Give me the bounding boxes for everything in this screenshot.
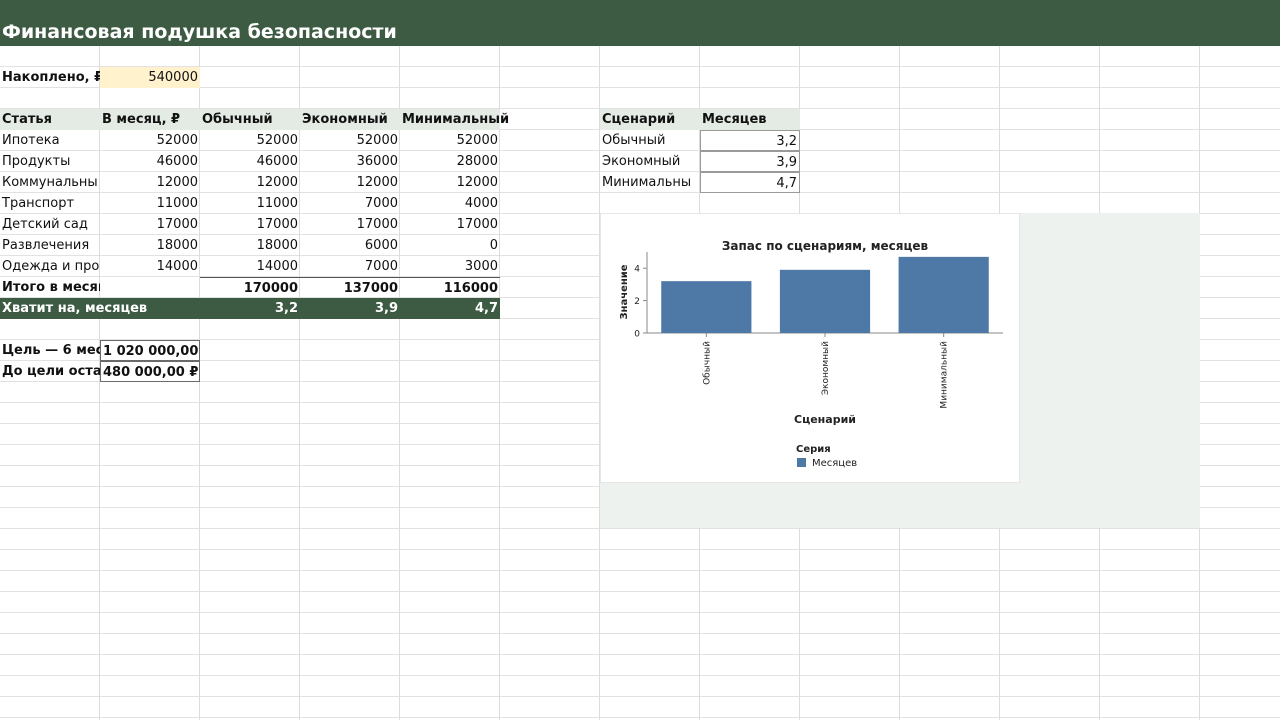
savings-input[interactable]: 540000 <box>100 67 200 88</box>
table-cell[interactable]: 7000 <box>300 193 400 214</box>
months-header[interactable]: Месяцев <box>700 109 800 130</box>
sheet-title: Финансовая подушка безопасности <box>2 21 397 43</box>
table-cell[interactable]: 6000 <box>300 235 400 256</box>
table-cell[interactable]: 52000 <box>100 130 200 151</box>
total-minimal[interactable]: 116000 <box>400 277 500 298</box>
row-label[interactable]: Развлечения <box>0 235 100 256</box>
table-cell[interactable]: 14000 <box>200 256 300 277</box>
legend-label: Месяцев <box>812 458 857 469</box>
table-cell[interactable]: 17000 <box>200 214 300 235</box>
scenario-header[interactable]: Сценарий <box>600 109 700 130</box>
x-tick-label: Экономный <box>821 341 831 395</box>
header-monthly[interactable]: В месяц, ₽ <box>100 109 200 130</box>
chart-title: Запас по сценариям, месяцев <box>722 239 929 253</box>
bar <box>898 256 989 333</box>
table-cell[interactable]: 17000 <box>400 214 500 235</box>
row-label[interactable]: Одежда и про <box>0 256 100 277</box>
bar-chart[interactable]: Запас по сценариям, месяцев Значение Сце… <box>600 213 1020 483</box>
scenario-name[interactable]: Обычный <box>600 130 700 151</box>
row-label[interactable]: Транспорт <box>0 193 100 214</box>
table-cell[interactable]: 4000 <box>400 193 500 214</box>
table-cell[interactable]: 46000 <box>200 151 300 172</box>
savings-label[interactable]: Накоплено, ₽ <box>0 67 100 88</box>
table-cell[interactable]: 12000 <box>400 172 500 193</box>
title-banner: Финансовая подушка безопасности <box>0 0 1280 46</box>
months-minimal[interactable]: 4,7 <box>400 298 500 319</box>
goal-value[interactable]: 1 020 000,00 ₽ <box>100 340 200 361</box>
row-label[interactable]: Коммунальны <box>0 172 100 193</box>
table-cell[interactable]: 17000 <box>300 214 400 235</box>
x-axis-title: Сценарий <box>794 413 856 426</box>
table-cell[interactable]: 52000 <box>300 130 400 151</box>
x-tick-label: Минимальный <box>940 341 950 409</box>
scenario-months[interactable]: 3,2 <box>700 130 800 151</box>
table-cell[interactable]: 3000 <box>400 256 500 277</box>
goal-label[interactable]: Цель — 6 мес <box>0 340 100 361</box>
months-label[interactable]: Хватит на, месяцев <box>0 298 200 319</box>
table-cell[interactable]: 52000 <box>400 130 500 151</box>
table-cell[interactable]: 18000 <box>100 235 200 256</box>
chart-canvas: Запас по сценариям, месяцев Значение Сце… <box>619 239 1003 469</box>
table-cell[interactable]: 14000 <box>100 256 200 277</box>
y-tick-label: 2 <box>634 297 640 307</box>
scenario-name[interactable]: Минимальны <box>600 172 700 193</box>
table-cell[interactable]: 12000 <box>100 172 200 193</box>
remaining-label[interactable]: До цели оста <box>0 361 100 382</box>
table-cell[interactable]: 11000 <box>100 193 200 214</box>
legend-swatch <box>797 458 806 467</box>
table-cell[interactable]: 18000 <box>200 235 300 256</box>
header-normal[interactable]: Обычный <box>200 109 300 130</box>
months-normal[interactable]: 3,2 <box>200 298 300 319</box>
row-label[interactable]: Детский сад <box>0 214 100 235</box>
y-axis-title: Значение <box>619 264 630 319</box>
table-cell[interactable]: 7000 <box>300 256 400 277</box>
total-economy[interactable]: 137000 <box>300 277 400 298</box>
table-cell[interactable]: 46000 <box>100 151 200 172</box>
table-cell[interactable]: 17000 <box>100 214 200 235</box>
x-tick-label: Обычный <box>702 341 712 385</box>
table-cell[interactable]: 28000 <box>400 151 500 172</box>
row-label[interactable]: Продукты <box>0 151 100 172</box>
total-normal[interactable]: 170000 <box>200 277 300 298</box>
scenario-months[interactable]: 4,7 <box>700 172 800 193</box>
table-cell[interactable]: 52000 <box>200 130 300 151</box>
bar <box>779 269 871 333</box>
legend-title: Серия <box>796 444 831 455</box>
row-label[interactable]: Ипотека <box>0 130 100 151</box>
table-cell[interactable]: 11000 <box>200 193 300 214</box>
header-minimal[interactable]: Минимальный <box>400 109 509 130</box>
y-tick-label: 0 <box>634 330 640 340</box>
header-item[interactable]: Статья <box>0 109 100 130</box>
bar <box>661 281 752 333</box>
y-tick-label: 4 <box>634 265 640 275</box>
scenario-name[interactable]: Экономный <box>600 151 700 172</box>
table-cell[interactable]: 36000 <box>300 151 400 172</box>
remaining-value[interactable]: 480 000,00 ₽ <box>100 361 200 382</box>
header-economy[interactable]: Экономный <box>300 109 400 130</box>
table-cell[interactable]: 0 <box>400 235 500 256</box>
table-cell[interactable]: 12000 <box>300 172 400 193</box>
months-economy[interactable]: 3,9 <box>300 298 400 319</box>
scenario-months[interactable]: 3,9 <box>700 151 800 172</box>
total-label[interactable]: Итого в месяц <box>0 277 100 298</box>
table-cell[interactable]: 12000 <box>200 172 300 193</box>
